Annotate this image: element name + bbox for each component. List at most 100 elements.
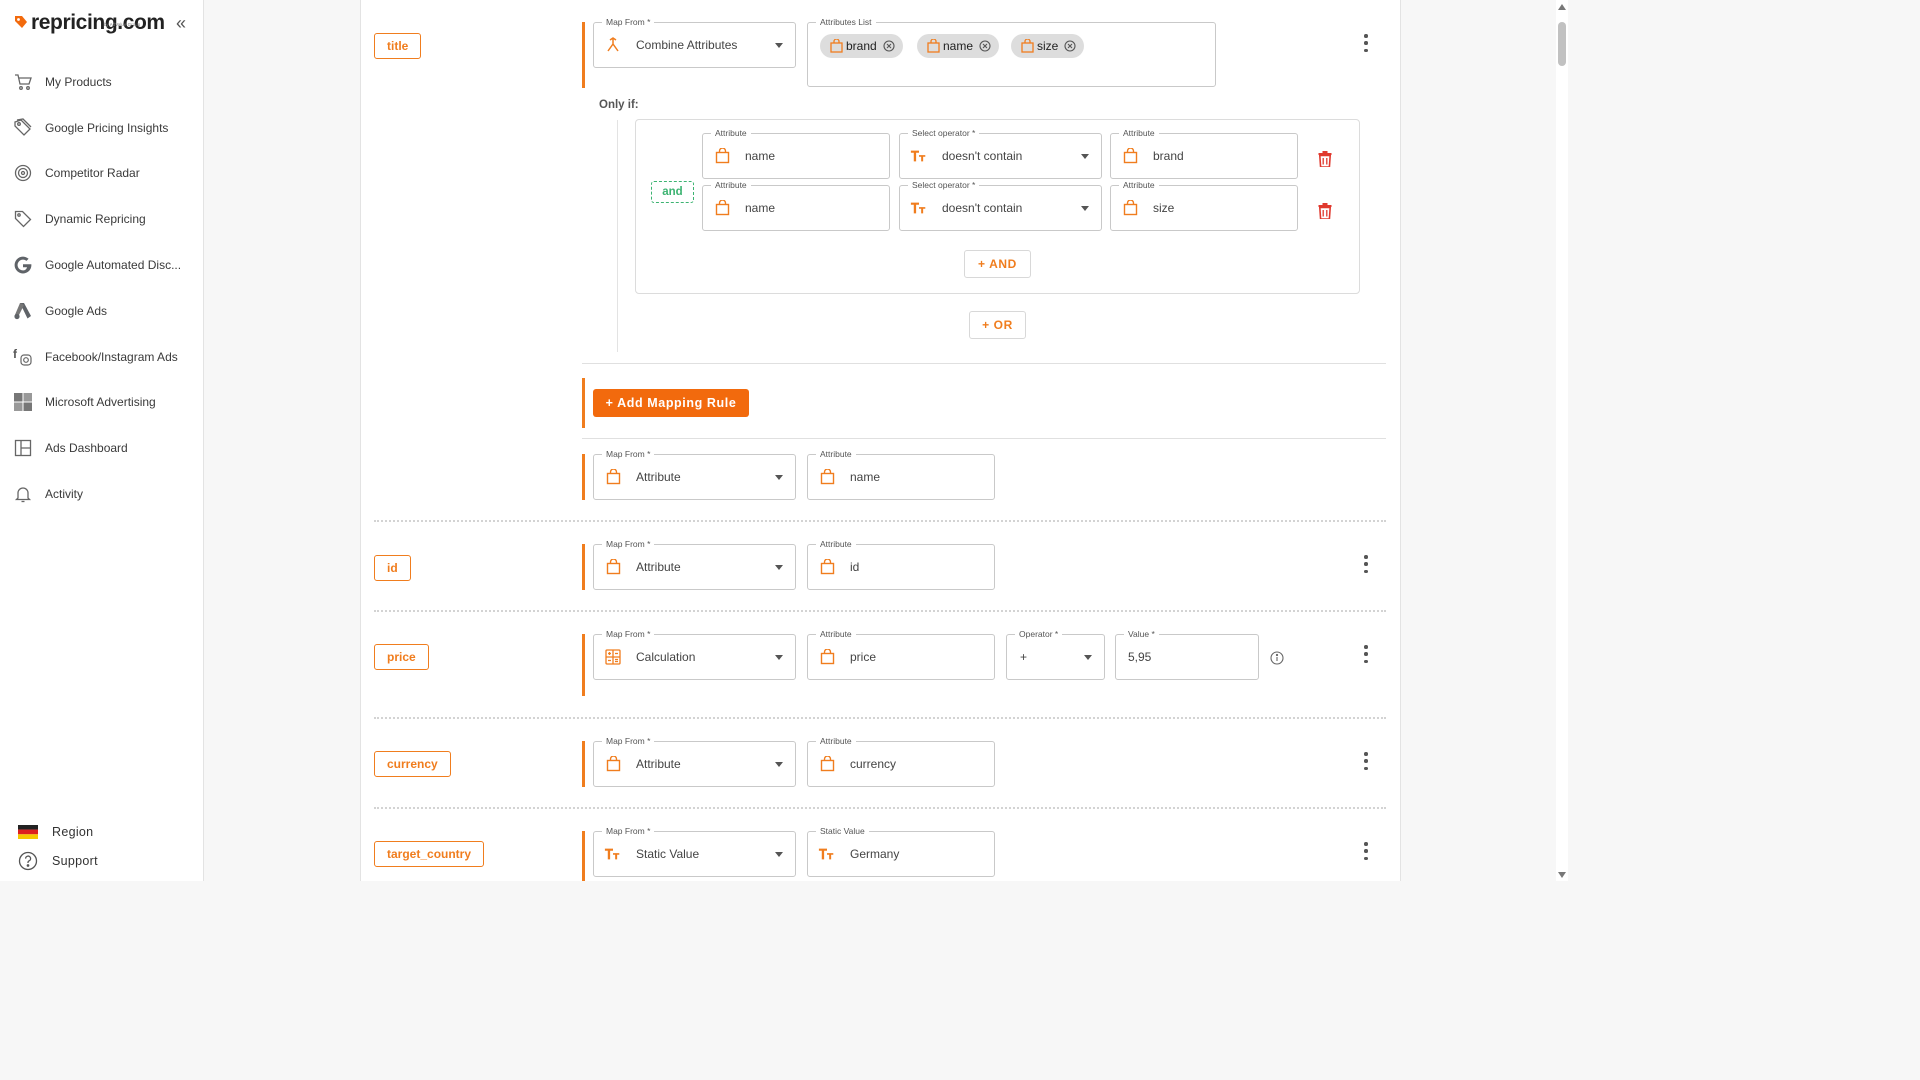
field-tag-currency[interactable]: currency [374, 751, 451, 777]
map-from-select[interactable]: Map From * Attribute [593, 735, 796, 787]
scroll-up-arrow-icon[interactable] [1558, 4, 1566, 10]
bag-icon [830, 39, 843, 53]
sidebar-item-google-ads[interactable]: Google Ads [12, 299, 197, 323]
condition-value-field[interactable]: Attribute size [1110, 179, 1298, 231]
condition-attribute-field[interactable]: Attribute name [702, 179, 890, 231]
support-link[interactable]: Support [18, 850, 98, 872]
bag-icon [604, 468, 622, 486]
text-format-icon [910, 147, 928, 165]
remove-chip-icon[interactable] [883, 40, 895, 52]
field-label: Attribute [816, 448, 856, 460]
remove-chip-icon[interactable] [979, 40, 991, 52]
default-map-from-select[interactable]: Map From * Attribute [593, 448, 796, 500]
chip-brand[interactable]: brand [820, 34, 903, 58]
add-or-group-button[interactable]: + OR [969, 311, 1026, 339]
row-separator [374, 717, 1386, 719]
chip-label: size [1037, 39, 1059, 53]
field-value: doesn't contain [942, 201, 1023, 215]
chevron-down-icon [775, 43, 783, 48]
sidebar-item-my-products[interactable]: My Products [12, 70, 197, 94]
sidebar-item-facebook-instagram-ads[interactable]: f Facebook/Instagram Ads [12, 345, 197, 369]
static-value-field[interactable]: Static Value Germany [807, 825, 995, 877]
sidebar-item-google-automated-discounts[interactable]: Google Automated Disc... [12, 253, 197, 277]
field-label: Select operator * [908, 127, 980, 139]
field-tag-price[interactable]: price [374, 644, 429, 670]
delete-condition-trash-icon[interactable] [1318, 203, 1332, 224]
row-menu-kebab-icon[interactable] [1361, 555, 1371, 573]
field-label: Select operator * [908, 179, 980, 191]
map-from-select[interactable]: Map From * Calculation [593, 628, 796, 680]
field-value: price [850, 650, 877, 664]
collapse-sidebar-icon[interactable]: « [176, 14, 186, 32]
condition-attribute-field[interactable]: Attribute name [702, 127, 890, 179]
chip-name[interactable]: name [917, 34, 1000, 58]
field-value: doesn't contain [942, 149, 1023, 163]
condition-operator-select[interactable]: Select operator * doesn't contain [899, 179, 1102, 231]
condition-operator-select[interactable]: Select operator * doesn't contain [899, 127, 1102, 179]
divider [582, 363, 1386, 364]
field-value: name [850, 470, 881, 484]
rule-accent-bar [582, 831, 585, 881]
info-icon[interactable] [1270, 651, 1284, 670]
field-label: Map From * [602, 825, 655, 837]
operator-select[interactable]: Operator * + [1006, 628, 1105, 680]
map-from-select[interactable]: Map From * Attribute [593, 538, 796, 590]
scrollbar-track[interactable] [1556, 0, 1568, 881]
sidebar-item-google-pricing-insights[interactable]: Google Pricing Insights [12, 116, 197, 140]
row-menu-kebab-icon[interactable] [1361, 34, 1371, 52]
map-from-select[interactable]: Map From * Combine Attributes [593, 16, 796, 68]
field-tag-id[interactable]: id [374, 555, 411, 581]
map-from-select[interactable]: Map From * Static Value [593, 825, 796, 877]
attribute-field[interactable]: Attribute currency [807, 735, 995, 787]
calculator-icon [604, 648, 622, 666]
remove-chip-icon[interactable] [1064, 40, 1076, 52]
field-tag-target-country[interactable]: target_country [374, 841, 485, 867]
bag-icon [604, 755, 622, 773]
brand-logo[interactable]: repricing.com [14, 10, 165, 36]
scrollbar-thumb[interactable] [1558, 22, 1566, 66]
microsoft-icon [12, 391, 34, 413]
support-label: Support [52, 854, 98, 868]
field-label: Value * [1124, 628, 1159, 640]
row-menu-kebab-icon[interactable] [1361, 752, 1371, 770]
only-if-label: Only if: [599, 99, 639, 111]
field-label: Map From * [602, 538, 655, 550]
attributes-list-field[interactable]: Attributes List brand name size [807, 16, 1216, 87]
delete-condition-trash-icon[interactable] [1318, 151, 1332, 172]
bell-icon [12, 483, 34, 505]
text-format-icon [910, 199, 928, 217]
row-menu-kebab-icon[interactable] [1361, 645, 1371, 663]
svg-text:f: f [13, 347, 18, 361]
row-separator [374, 610, 1386, 612]
condition-value-field[interactable]: Attribute brand [1110, 127, 1298, 179]
tag-icon [12, 208, 34, 230]
chevron-down-icon [775, 655, 783, 660]
field-tag-title[interactable]: title [374, 33, 422, 59]
region-selector[interactable]: Region [18, 821, 93, 843]
field-value: name [745, 201, 776, 215]
bag-icon [1121, 147, 1139, 165]
add-mapping-rule-button[interactable]: + Add Mapping Rule [593, 389, 749, 417]
field-label: Attribute [816, 628, 856, 640]
default-attribute-field[interactable]: Attribute name [807, 448, 995, 500]
chip-size[interactable]: size [1011, 34, 1085, 58]
google-icon [12, 254, 34, 276]
sidebar-item-dynamic-repricing[interactable]: Dynamic Repricing [12, 207, 197, 231]
field-label: Attributes List [816, 16, 876, 28]
tag-logo-icon [15, 16, 27, 28]
sidebar-item-activity[interactable]: Activity [12, 482, 197, 506]
scroll-down-arrow-icon[interactable] [1558, 872, 1566, 878]
sidebar-item-ads-dashboard[interactable]: Ads Dashboard [12, 436, 197, 460]
chevron-down-icon [1081, 206, 1089, 211]
sidebar-item-competitor-radar[interactable]: Competitor Radar [12, 161, 197, 185]
sidebar-item-label: Competitor Radar [45, 166, 140, 180]
row-menu-kebab-icon[interactable] [1361, 842, 1371, 860]
attribute-field[interactable]: Attribute id [807, 538, 995, 590]
add-and-condition-button[interactable]: + AND [964, 250, 1031, 278]
brand-name: repricing.com [31, 11, 165, 34]
attribute-field[interactable]: Attribute price [807, 628, 995, 680]
sidebar-item-label: Ads Dashboard [45, 441, 128, 455]
value-input[interactable]: Value * 5,95 [1115, 628, 1259, 680]
sidebar-item-microsoft-advertising[interactable]: Microsoft Advertising [12, 390, 197, 414]
field-label: Static Value [816, 825, 869, 837]
